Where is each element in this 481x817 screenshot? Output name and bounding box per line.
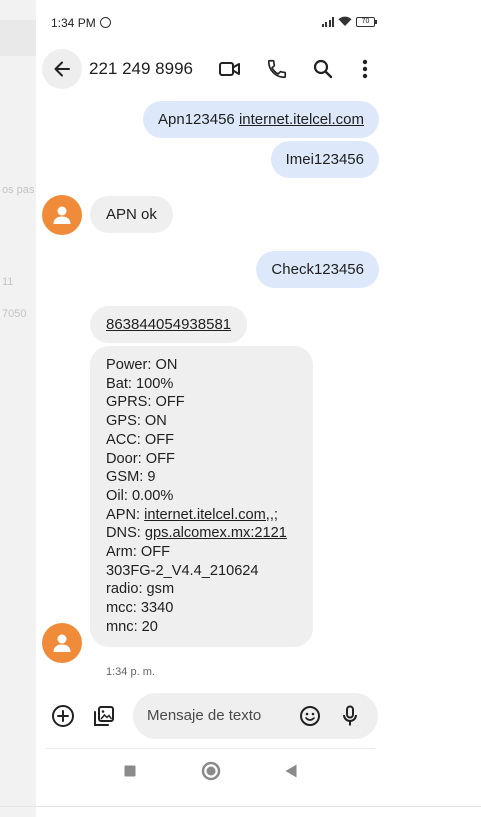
battery-icon: 70 — [356, 16, 377, 27]
more-vert-icon — [362, 59, 368, 79]
background-tile — [0, 20, 36, 56]
conversation-header: 221 249 8996 — [36, 46, 389, 92]
background-text: 7050 — [2, 308, 27, 320]
search-button[interactable] — [305, 46, 341, 92]
square-icon — [124, 765, 136, 777]
phone-number-link[interactable]: 863844054938581 — [106, 316, 231, 333]
microphone-icon — [343, 705, 357, 726]
recents-button[interactable] — [120, 756, 140, 786]
apn-link[interactable]: internet.itelcel.com,,; — [144, 507, 278, 523]
received-message[interactable]: APN ok — [90, 196, 173, 233]
contact-avatar[interactable] — [42, 195, 82, 235]
system-navigation-bar — [36, 756, 389, 786]
message-placeholder: Mensaje de texto — [147, 707, 262, 724]
video-camera-icon — [219, 62, 240, 76]
video-call-button[interactable] — [212, 46, 248, 92]
message-timestamp: 1:34 p. m. — [106, 666, 155, 678]
status-bar: 1:34 PM 70 — [51, 14, 377, 36]
emoji-icon — [300, 706, 320, 726]
background-text: os pas — [2, 184, 35, 196]
message-text: Check123456 — [271, 261, 364, 278]
person-icon — [53, 634, 71, 652]
gallery-button[interactable] — [89, 693, 119, 739]
sent-message[interactable]: Check123456 — [256, 251, 379, 288]
message-text: Imei123456 — [285, 151, 364, 168]
message-input[interactable]: Mensaje de texto — [133, 693, 378, 739]
dns-link[interactable]: gps.alcomex.mx:2121 — [145, 525, 287, 541]
person-icon — [53, 206, 71, 224]
device-status-message[interactable]: Power: ON Bat: 100% GPRS: OFF GPS: ON AC… — [90, 346, 313, 647]
sent-message[interactable]: Imei123456 — [270, 141, 379, 178]
sent-message[interactable]: Apn123456 internet.itelcel.com — [143, 101, 379, 138]
triangle-back-icon — [285, 764, 297, 778]
message-text: Apn123456 — [158, 111, 239, 128]
more-options-button[interactable] — [348, 46, 382, 92]
message-text: APN ok — [106, 206, 157, 223]
add-attachment-button[interactable] — [48, 693, 78, 739]
status-lines: Arm: OFF 303FG-2_V4.4_210624 radio: gsm … — [106, 544, 259, 635]
gallery-icon — [94, 706, 114, 726]
compose-bar: Mensaje de texto — [36, 690, 389, 744]
apn-label: APN: — [106, 506, 145, 523]
background-app-panel: os pas 11 7050 — [0, 0, 36, 817]
signal-icon — [321, 16, 334, 27]
arrow-back-icon — [54, 61, 70, 77]
search-icon — [313, 59, 333, 79]
emoji-button[interactable] — [295, 693, 325, 739]
messages-app-window: 1:34 PM 70 221 249 8996 Apn123456 intern… — [36, 0, 389, 806]
dns-label: DNS: — [106, 525, 145, 542]
status-lines: Power: ON Bat: 100% GPRS: OFF GPS: ON AC… — [106, 357, 185, 504]
compose-divider — [46, 748, 375, 749]
back-button[interactable] — [41, 46, 83, 92]
received-message[interactable]: 863844054938581 — [90, 306, 248, 343]
background-text: 11 — [2, 276, 14, 288]
phone-call-button[interactable] — [259, 46, 295, 92]
voice-input-button[interactable] — [337, 693, 363, 739]
wifi-icon — [338, 16, 352, 26]
message-link[interactable]: internet.itelcel.com — [239, 111, 364, 128]
nav-back-button[interactable] — [281, 756, 301, 786]
phone-icon — [267, 59, 287, 79]
home-button[interactable] — [199, 756, 223, 786]
circle-icon — [201, 761, 221, 781]
screen-edge-divider — [0, 806, 481, 807]
add-circle-icon — [52, 705, 74, 727]
whatsapp-notification-icon — [100, 17, 111, 28]
contact-number[interactable]: 221 249 8996 — [89, 59, 193, 79]
status-time: 1:34 PM — [51, 16, 96, 30]
contact-avatar[interactable] — [42, 623, 82, 663]
